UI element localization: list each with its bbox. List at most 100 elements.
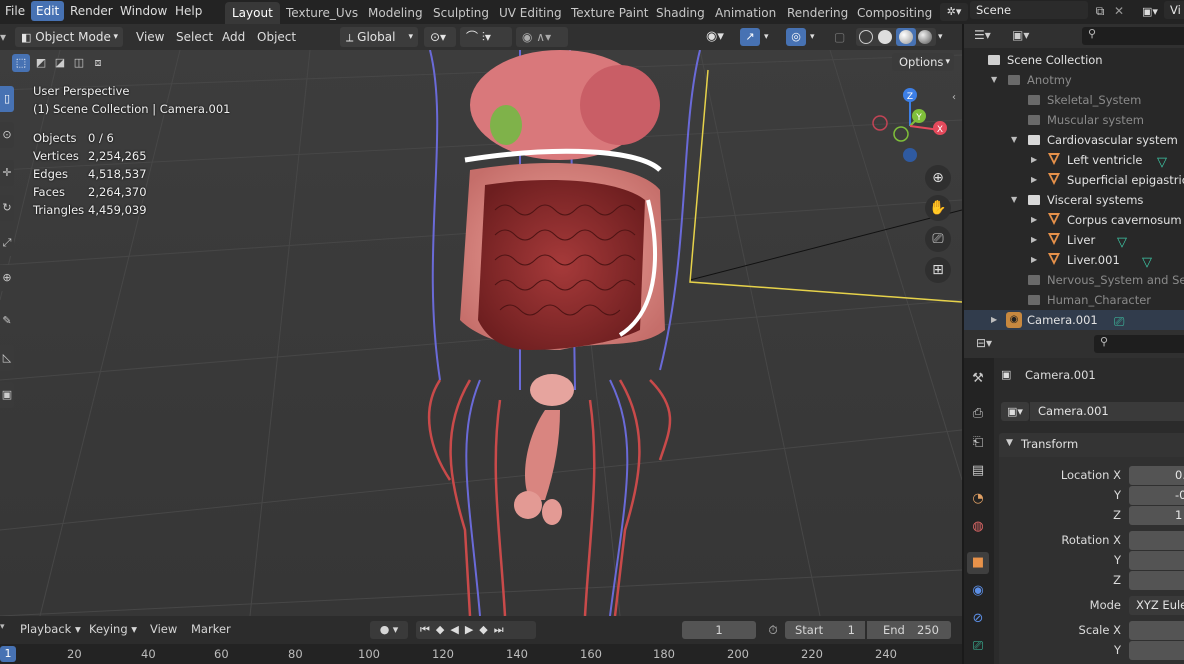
measure-tool-icon[interactable]: ◺ [0, 345, 14, 371]
rendered-shading-icon[interactable] [918, 30, 932, 44]
expand-arrow-icon[interactable]: ▶ [1031, 170, 1037, 190]
expand-arrow-icon[interactable]: ▼ [991, 70, 997, 90]
properties-search-input[interactable]: ⚲ [1094, 335, 1184, 353]
select-invert-icon[interactable]: ◫ [70, 54, 88, 72]
transform-orientation-dropdown[interactable]: ⟂ Global ▾ [340, 27, 418, 47]
select-extend-icon[interactable]: ◩ [32, 54, 50, 72]
outliner-item-camera[interactable]: ▶ ◉ Camera.001 ⎚ [964, 310, 1184, 330]
add-cube-tool-icon[interactable]: ▣ [0, 382, 14, 408]
outliner-item[interactable]: ▼ Anotmy [964, 70, 1184, 90]
output-properties-icon[interactable]: ⎗ [967, 432, 989, 454]
location-z-field[interactable]: 1 [1129, 506, 1184, 525]
select-new-icon[interactable]: ⬚ [12, 54, 30, 72]
expand-arrow-icon[interactable]: ▶ [991, 310, 997, 330]
object-properties-icon[interactable]: ■ [967, 552, 989, 574]
tab-animation[interactable]: Animation [708, 2, 783, 24]
tab-texture-paint[interactable]: Texture Paint [564, 2, 655, 24]
mode-dropdown[interactable]: ◧ Object Mode ▾ [15, 27, 123, 47]
object-menu[interactable]: Object [257, 28, 296, 46]
tab-uv-editing[interactable]: UV Editing [492, 2, 569, 24]
sidebar-toggle-chevron-icon[interactable]: ‹ [952, 92, 956, 103]
editor-type-chevron-icon[interactable]: ▾ [0, 28, 6, 46]
location-y-field[interactable]: -0 [1129, 486, 1184, 505]
outliner-item[interactable]: ▶ Superficial epigastric ve [964, 170, 1184, 190]
pivot-point-icon[interactable]: ⊙▾ [424, 27, 456, 47]
tool-settings-icon[interactable]: ⚒ [967, 368, 989, 390]
new-scene-icon[interactable]: ⧉ [1091, 2, 1109, 20]
snapping-icon[interactable]: ⌒ ⫶▾ [460, 27, 512, 47]
options-dropdown[interactable]: Options ▾ [892, 53, 954, 71]
outliner-item[interactable]: ▼ Cardiovascular system [964, 130, 1184, 150]
select-box-tool-icon[interactable]: ▯ [0, 86, 14, 112]
tab-texture-uvs[interactable]: Texture_Uvs [279, 2, 365, 24]
material-preview-shading-icon[interactable] [896, 28, 916, 46]
chevron-down-icon[interactable]: ▾ [764, 28, 769, 46]
marker-menu[interactable]: Marker [191, 622, 231, 636]
scene-name-field[interactable]: Scene [970, 1, 1088, 19]
expand-arrow-icon[interactable]: ▶ [1031, 210, 1037, 230]
rotation-mode-dropdown[interactable]: XYZ Euler [1129, 596, 1184, 615]
scene-selector-icon[interactable]: ✲▾ [940, 3, 968, 21]
view-menu[interactable]: View [136, 28, 164, 46]
timeline-view-menu[interactable]: View [150, 622, 177, 636]
preview-range-clock-icon[interactable]: ⏱ [762, 621, 784, 639]
visibility-eye-icon[interactable]: ◉▾ [706, 28, 724, 46]
3d-viewport[interactable]: ▯ ⊙ ✛ ↻ ⤢ ⊕ ✎ ◺ ▣ ⬚ ◩ ◪ ◫ ⧈ User Perspec… [0, 50, 962, 616]
perspective-grid-icon[interactable]: ⊞ [925, 257, 951, 283]
menu-render[interactable]: Render [65, 0, 118, 22]
gizmo-toggle-icon[interactable]: ↗ [740, 28, 760, 46]
solid-shading-icon[interactable] [878, 30, 892, 44]
tab-compositing[interactable]: Compositing [850, 2, 939, 24]
menu-edit[interactable]: Edit [31, 1, 65, 21]
navigation-gizmo[interactable]: Z Y X [870, 86, 950, 166]
outliner-search-input[interactable]: ⚲ [1082, 27, 1184, 45]
menu-help[interactable]: Help [170, 0, 207, 22]
editor-type-icon[interactable]: ⊟▾ [976, 336, 992, 350]
playhead[interactable]: 1 [0, 646, 16, 662]
overlays-toggle-icon[interactable]: ◎ [786, 28, 806, 46]
datablock-browse-icon[interactable]: ▣▾ [1001, 402, 1029, 421]
outliner-item[interactable]: ▶ Left ventricle ▽ [964, 150, 1184, 170]
rotation-z-field[interactable] [1129, 571, 1184, 590]
close-scene-icon[interactable]: ✕ [1111, 2, 1127, 20]
frame-ruler[interactable]: 1 20 40 60 80 100 120 140 160 180 200 22… [0, 644, 962, 664]
rotation-y-field[interactable] [1129, 551, 1184, 570]
tab-modeling[interactable]: Modeling [361, 2, 430, 24]
outliner-item[interactable]: ▼ Visceral systems [964, 190, 1184, 210]
rotation-x-field[interactable] [1129, 531, 1184, 550]
expand-arrow-icon[interactable]: ▼ [1011, 190, 1017, 210]
annotate-tool-icon[interactable]: ✎ [0, 308, 14, 334]
select-intersect-icon[interactable]: ⧈ [89, 54, 107, 72]
outliner-item[interactable]: ▶ Liver ▽ [964, 230, 1184, 250]
view-layer-icon[interactable]: ▤ [967, 460, 989, 482]
outliner-item[interactable]: Human_Character [964, 290, 1184, 310]
scale-x-field[interactable] [1129, 621, 1184, 640]
menu-window[interactable]: Window [115, 0, 172, 22]
playback-menu[interactable]: Playback ▾ [20, 622, 81, 636]
pan-hand-icon[interactable]: ✋ [925, 195, 951, 221]
rotate-tool-icon[interactable]: ↻ [0, 195, 14, 221]
viewlayer-selector-icon[interactable]: ▣▾ [1137, 3, 1163, 21]
transform-panel-header[interactable]: ▼ Transform [999, 433, 1184, 457]
wireframe-shading-icon[interactable] [859, 30, 873, 44]
constraints-properties-icon[interactable]: ⊘ [967, 608, 989, 630]
camera-view-icon[interactable]: ⎚ [925, 226, 951, 252]
select-menu[interactable]: Select [176, 28, 213, 46]
menu-file[interactable]: File [0, 0, 30, 22]
zoom-icon[interactable]: ⊕ [925, 165, 951, 191]
camera-data-properties-icon[interactable]: ⎚ [967, 636, 989, 658]
scale-tool-icon[interactable]: ⤢ [0, 230, 14, 256]
cursor-tool-icon[interactable]: ⊙ [0, 122, 14, 148]
outliner-item[interactable]: ▶ Corpus cavernosum of p [964, 210, 1184, 230]
move-tool-icon[interactable]: ✛ [0, 160, 14, 186]
current-frame-field[interactable]: 1 [682, 621, 756, 639]
tab-shading[interactable]: Shading [649, 2, 712, 24]
editor-type-icon[interactable]: ☰▾ [974, 28, 991, 42]
keying-menu[interactable]: Keying ▾ [89, 622, 137, 636]
display-mode-icon[interactable]: ▣▾ [1012, 28, 1029, 42]
tab-rendering[interactable]: Rendering [780, 2, 855, 24]
expand-arrow-icon[interactable]: ▼ [1011, 130, 1017, 150]
outliner-item[interactable]: Nervous_System and Sense [964, 270, 1184, 290]
outliner-item[interactable]: ▶ Liver.001 ▽ [964, 250, 1184, 270]
start-frame-field[interactable]: Start 1 [785, 621, 865, 639]
